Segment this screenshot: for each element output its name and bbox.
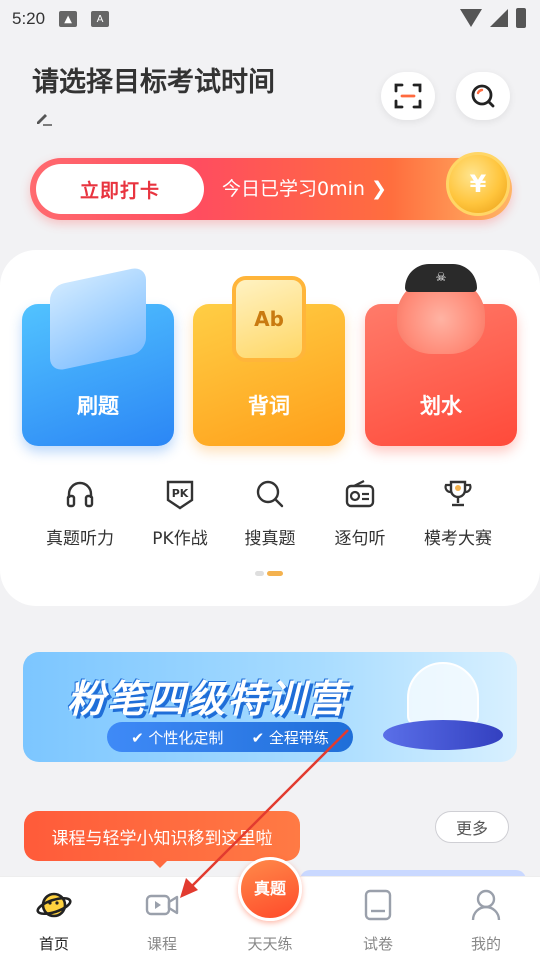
paper-icon [360,887,396,923]
shortcut-label: 模考大赛 [424,529,492,549]
a-icon: A [91,11,110,27]
study-time-text: 今日已学习0min ❯ [222,178,387,200]
status-time: 5:20 [12,9,46,28]
shortcut-label: 搜真题 [244,529,296,549]
status-bar: 5:20 ▲ A [0,0,540,38]
daily-practice-icon: 真题 [238,857,302,921]
feature-tile-vocab[interactable]: Ab 背词 [193,276,345,446]
tab-label: 试卷 [362,935,393,953]
tab-label: 我的 [470,935,501,953]
battery-icon [516,8,526,28]
scan-icon [394,83,422,109]
search-icon [471,84,495,108]
headphones-icon [64,478,96,510]
trophy-icon [442,478,474,510]
ufo-mascot-icon [383,662,503,754]
search-icon [254,478,286,510]
ufo-dome [407,662,479,726]
shortcut-listening[interactable]: 真题听力 [30,478,130,549]
page-dot [255,571,264,576]
tab-label: 课程 [146,935,177,953]
wifi-icon [460,9,482,27]
svg-text:PK: PK [172,487,189,500]
video-icon [144,887,180,923]
check-icon: ✔ [131,728,149,747]
tab-paper[interactable]: 试卷 [324,877,432,960]
user-icon [468,887,504,923]
tab-label: 首页 [38,935,69,953]
feature-tile-relax[interactable]: ☠ 划水 [365,264,517,446]
promo-tag-label: 个性化定制 [148,728,224,747]
shortcut-mock-exam[interactable]: 模考大赛 [408,478,508,549]
radio-icon [344,478,376,510]
signal-icon [490,9,508,27]
tooltip-tail [150,858,170,868]
checkin-button[interactable]: 立即打卡 [36,164,204,214]
promo-tags: ✔ 个性化定制 ✔ 全程带练 [107,722,353,752]
hint-tooltip[interactable]: 课程与轻学小知识移到这里啦 [24,811,300,861]
scan-button[interactable] [381,72,435,120]
vocab-card-icon: Ab [232,276,306,362]
coin-icon: ¥ [446,152,510,216]
tab-home[interactable]: 首页 [0,877,108,960]
check-icon: ✔ [251,728,269,747]
shortcut-label: 逐句听 [334,529,386,549]
shortcut-pk[interactable]: PK PK作战 [130,478,230,549]
bottom-tab-bar: 首页 课程 真题 天天练 试卷 我的 [0,857,540,960]
feature-label: 刷题 [77,394,119,418]
shortcut-sentence-listening[interactable]: 逐句听 [310,478,410,549]
shortcut-search[interactable]: 搜真题 [220,478,320,549]
planet-icon [36,887,72,923]
pirate-octopus-icon: ☠ [397,264,485,354]
promo-title: 粉笔四级特训营 [67,677,348,721]
shortcut-label: PK作战 [152,529,208,549]
search-button[interactable] [456,72,510,120]
shortcut-label: 真题听力 [46,529,114,549]
promo-tag: ✔ 全程带练 [252,727,329,748]
page-indicator [255,571,283,576]
pirate-hat-icon: ☠ [405,264,477,292]
tab-profile[interactable]: 我的 [432,877,540,960]
tab-daily-practice[interactable]: 真题 天天练 [216,857,324,960]
image-icon: ▲ [59,11,78,27]
edit-icon[interactable] [35,110,53,126]
page-dot-active [267,571,283,576]
checkin-banner[interactable]: 立即打卡 今日已学习0min ❯ ¥ [30,152,512,220]
promo-banner[interactable]: 粉笔四级特训营 ✔ 个性化定制 ✔ 全程带练 [23,652,517,762]
feature-tile-practice[interactable]: 刷题 [22,265,174,446]
status-right [460,8,526,28]
tab-course[interactable]: 课程 [108,877,216,960]
feature-label: 背词 [248,394,290,418]
promo-tag: ✔ 个性化定制 [131,727,223,748]
tab-label: 天天练 [247,935,293,953]
pk-shield-icon: PK [164,478,196,510]
promo-tag-label: 全程带练 [268,728,329,747]
feature-label: 划水 [420,394,462,418]
exam-date-title[interactable]: 请选择目标考试时间 [32,60,275,99]
ufo-base [383,720,503,750]
more-button[interactable]: 更多 [435,811,509,843]
